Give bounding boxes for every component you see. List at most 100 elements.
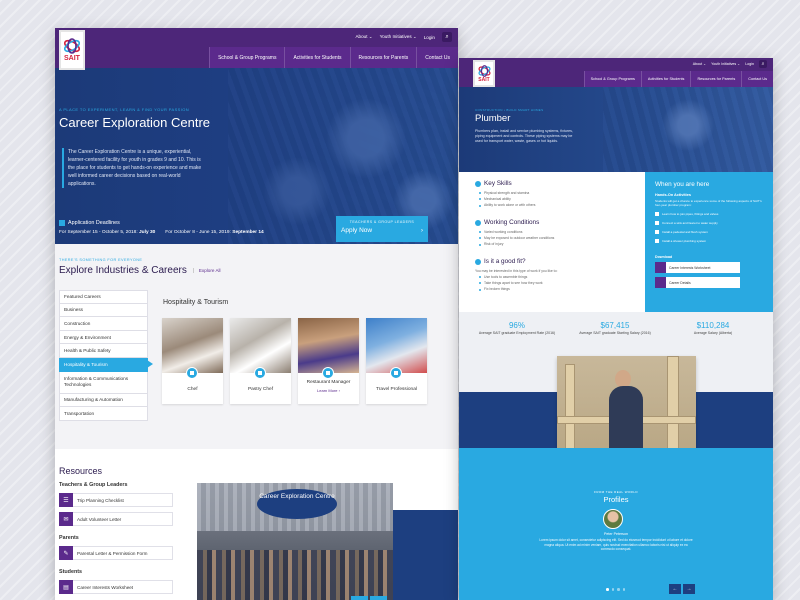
login-link[interactable]: Login	[745, 62, 754, 66]
industry-item-business[interactable]: Business	[59, 303, 148, 318]
download-interests-worksheet[interactable]: Career Interests Worksheet	[655, 262, 740, 273]
working-conditions-title: Working Conditions	[484, 219, 540, 226]
check-icon	[655, 230, 659, 234]
career-card-travel-professional[interactable]: Travel Professional	[366, 318, 427, 404]
top-navigation-bar: About ⌄ Youth Initiatives ⌄ Login ⌕ Scho…	[459, 58, 773, 87]
industry-item-manufacturing[interactable]: Manufacturing & Automation	[59, 393, 148, 408]
career-badge-icon	[322, 367, 334, 379]
industry-item-hospitality[interactable]: Hospitality & Tourism	[59, 357, 153, 372]
activity-label: Connect a sink and faucet to water suppl…	[662, 221, 718, 225]
search-icon[interactable]: ⌕	[759, 60, 767, 68]
resource-label: Adult Volunteer Letter	[77, 516, 122, 522]
explore-industries-section: THERE'S SOMETHING FOR EVERYONE Explore I…	[55, 244, 458, 449]
deadline-2-label: For October 8 - June 15, 2019:	[165, 230, 231, 235]
industry-list: Featured Careers Business Construction E…	[59, 290, 153, 421]
arrow-right-icon[interactable]: →	[683, 584, 695, 594]
panel-title: When you are here	[655, 181, 710, 188]
nav-contact-us[interactable]: Contact Us	[741, 71, 773, 87]
career-name: Restaurant Manager	[306, 380, 351, 385]
hero-section: A PLACE TO EXPERIMENT, LEARN & FIND YOUR…	[55, 68, 458, 244]
carousel-dot[interactable]	[611, 588, 614, 591]
stat-employment: 96% Average SAIT graduate Employment Rat…	[477, 321, 557, 336]
industry-item-featured[interactable]: Featured Careers	[59, 290, 148, 304]
profiles-section: FROM THE REAL WORLD Profiles Peter Peter…	[459, 448, 773, 600]
career-name: Travel Professional	[376, 387, 417, 392]
arrow-right-icon[interactable]: →	[370, 596, 387, 600]
about-menu[interactable]: About ⌄	[693, 62, 706, 66]
stat-value: $110,284	[696, 321, 730, 330]
application-deadlines: Application Deadlines For September 15 -…	[59, 220, 264, 235]
gear-icon	[475, 219, 481, 226]
apply-row: Apply Now ›	[341, 227, 423, 234]
industry-item-energy[interactable]: Energy & Environment	[59, 330, 148, 345]
hero-section: CONSTRUCTION • BUILD SMART HOMES Plumber…	[459, 87, 773, 172]
main-nav: School & Group Programs Activities for S…	[209, 47, 458, 68]
pen-icon: ✎	[59, 546, 73, 560]
apply-now-button[interactable]: TEACHERS & GROUP LEADERS Apply Now ›	[336, 216, 428, 242]
career-card-restaurant-manager[interactable]: Restaurant Manager Learn More ›	[298, 318, 359, 404]
photo-person	[609, 386, 643, 456]
download-label: Career Details	[669, 280, 691, 285]
breadcrumb[interactable]: CONSTRUCTION • BUILD SMART HOMES	[475, 108, 543, 112]
carousel-dot[interactable]	[622, 588, 625, 591]
activity-item: Connect a sink and faucet to water suppl…	[655, 221, 718, 225]
explore-heading: Explore Industries & Careers Explore All	[59, 265, 221, 276]
youth-initiatives-menu[interactable]: Youth Initiatives ⌄	[711, 62, 740, 66]
stat-label: Average SAIT graduate Starting Salary (2…	[579, 331, 651, 335]
resource-volunteer-letter[interactable]: ✉ Adult Volunteer Letter	[59, 512, 173, 526]
arrow-left-icon[interactable]: ←	[351, 596, 368, 600]
main-nav: School & Group Programs Activities for S…	[583, 71, 773, 87]
youth-initiatives-menu[interactable]: Youth Initiatives ⌄	[380, 34, 417, 40]
nav-contact-us[interactable]: Contact Us	[416, 47, 458, 68]
nav-activities-for-students[interactable]: Activities for Students	[640, 71, 691, 87]
centre-photo: Career Exploration Centre	[197, 483, 393, 600]
arrow-left-icon[interactable]: ←	[669, 584, 681, 594]
about-menu[interactable]: About ⌄	[355, 34, 372, 40]
working-conditions-section: Working Conditions Varied working condit…	[475, 219, 554, 248]
sait-logo[interactable]: SAIT	[59, 30, 85, 70]
good-fit-heading: Is it a good fit?	[475, 258, 557, 265]
nav-school-group-programs[interactable]: School & Group Programs	[583, 71, 641, 87]
restaurant-manager-photo	[298, 318, 359, 373]
explore-title: Explore Industries & Careers	[59, 265, 187, 276]
nav-resources-for-parents[interactable]: Resources for Parents	[690, 71, 741, 87]
resource-label: Trip Planning Checklist	[77, 497, 124, 503]
profile-name: Peter Peterson	[604, 532, 628, 536]
career-badge-icon	[186, 367, 198, 379]
download-career-details[interactable]: Career Details	[655, 277, 740, 288]
resource-permission-form[interactable]: ✎ Parental Letter & Permission Form	[59, 546, 173, 560]
carousel-dots	[606, 588, 625, 591]
search-icon[interactable]: ⌕	[442, 32, 452, 42]
explore-eyebrow: THERE'S SOMETHING FOR EVERYONE	[59, 258, 143, 262]
logo-text: SAIT	[478, 76, 490, 83]
sait-logo[interactable]: SAIT	[473, 60, 495, 87]
explore-all-link[interactable]: Explore All	[192, 268, 221, 273]
resources-title: Resources	[59, 466, 103, 476]
document-icon	[655, 277, 666, 288]
check-icon	[655, 212, 659, 216]
nav-school-group-programs[interactable]: School & Group Programs	[209, 47, 284, 68]
hero-description: The Career Exploration Centre is a uniqu…	[62, 148, 202, 188]
sector-title: Hospitality & Tourism	[163, 299, 229, 306]
utility-nav: About ⌄ Youth Initiatives ⌄ Login ⌕	[693, 60, 767, 68]
carousel-dot[interactable]	[617, 588, 620, 591]
industry-item-construction[interactable]: Construction	[59, 317, 148, 331]
nav-activities-for-students[interactable]: Activities for Students	[284, 47, 349, 68]
document-icon	[655, 262, 666, 273]
industry-item-ict[interactable]: Information & Communications Technologie…	[59, 371, 148, 394]
nav-resources-for-parents[interactable]: Resources for Parents	[349, 47, 417, 68]
decorative-blue-block	[393, 510, 458, 600]
learn-more-link[interactable]: Learn More ›	[298, 388, 359, 393]
resource-trip-planning[interactable]: ☰ Trip Planning Checklist	[59, 493, 173, 507]
key-skills-section: Key Skills Physical strength and stamina…	[475, 180, 535, 209]
resource-interests-worksheet[interactable]: ▤ Career Interests Worksheet	[59, 580, 173, 594]
avatar	[603, 509, 623, 529]
career-card-pastry-chef[interactable]: Pastry Chef	[230, 318, 291, 404]
industry-item-transportation[interactable]: Transportation	[59, 407, 148, 421]
industry-item-health[interactable]: Health & Public Safety	[59, 344, 148, 358]
thumbs-up-icon	[475, 258, 481, 265]
carousel-dot[interactable]	[606, 588, 609, 591]
login-link[interactable]: Login	[424, 35, 435, 40]
hero-background-photo	[603, 87, 773, 172]
career-card-chef[interactable]: Chef	[162, 318, 223, 404]
